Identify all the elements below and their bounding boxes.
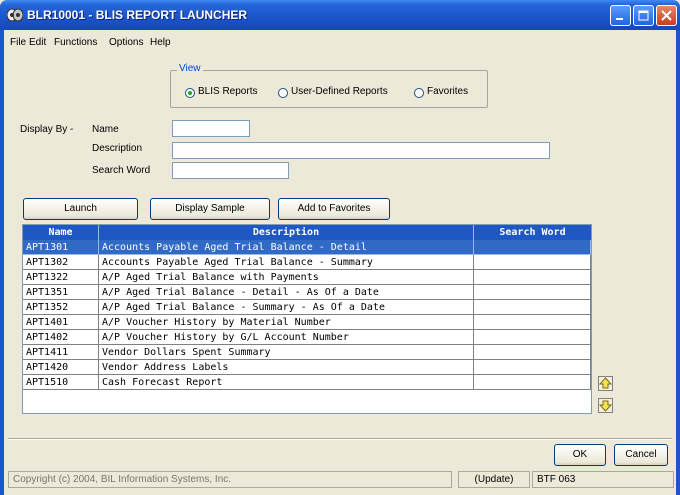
table-row[interactable]: APT1352 A/P Aged Trial Balance - Summary … [23, 300, 591, 315]
radio-label-blis-reports[interactable]: BLIS Reports [198, 86, 257, 97]
status-code: BTF 063 [532, 471, 674, 488]
move-up-button[interactable] [598, 376, 613, 391]
description-label: Description [92, 143, 143, 154]
cell-description: Accounts Payable Aged Trial Balance - De… [99, 240, 474, 255]
search-word-label: Search Word [92, 165, 151, 176]
menu-file[interactable]: File [10, 37, 26, 48]
title-bar[interactable]: BLR10001 - BLIS REPORT LAUNCHER [0, 0, 680, 30]
status-copyright: Copyright (c) 2004, BIL Information Syst… [8, 471, 452, 488]
radio-label-favorites[interactable]: Favorites [427, 86, 468, 97]
cell-description: Cash Forecast Report [99, 375, 474, 390]
add-to-favorites-button[interactable]: Add to Favorites [278, 198, 390, 220]
cell-description: Vendor Address Labels [99, 360, 474, 375]
cell-name: APT1420 [23, 360, 99, 375]
cell-search-word [474, 300, 591, 315]
cell-search-word [474, 360, 591, 375]
close-button[interactable] [656, 5, 677, 26]
cell-description: Accounts Payable Aged Trial Balance - Su… [99, 255, 474, 270]
table-row[interactable]: APT1420 Vendor Address Labels [23, 360, 591, 375]
report-grid[interactable]: Name Description Search Word APT1301 Acco… [22, 224, 592, 414]
window-frame-left [0, 30, 4, 495]
table-row[interactable]: APT1402 A/P Voucher History by G/L Accoun… [23, 330, 591, 345]
column-header-search-word[interactable]: Search Word [474, 225, 591, 240]
ok-button[interactable]: OK [554, 444, 606, 466]
cancel-button[interactable]: Cancel [614, 444, 668, 466]
menu-edit[interactable]: Edit [29, 37, 46, 48]
column-header-name[interactable]: Name [23, 225, 99, 240]
search-word-input[interactable] [172, 162, 289, 179]
cell-name: APT1411 [23, 345, 99, 360]
cell-name: APT1351 [23, 285, 99, 300]
footer-divider [8, 438, 672, 440]
menu-bar: File Edit Functions Options Help [4, 35, 676, 53]
cell-name: APT1302 [23, 255, 99, 270]
move-down-button[interactable] [598, 398, 613, 413]
description-input[interactable] [172, 142, 550, 159]
table-row[interactable]: APT1301 Accounts Payable Aged Trial Balan… [23, 240, 591, 255]
status-bar: Copyright (c) 2004, BIL Information Syst… [4, 468, 676, 491]
window-frame-right [676, 30, 680, 495]
radio-favorites[interactable] [414, 88, 424, 98]
cell-name: APT1352 [23, 300, 99, 315]
name-label: Name [92, 124, 119, 135]
grid-header: Name Description Search Word [23, 225, 591, 240]
column-header-description[interactable]: Description [99, 225, 474, 240]
cell-search-word [474, 345, 591, 360]
cell-description: A/P Voucher History by Material Number [99, 315, 474, 330]
view-legend: View [177, 63, 203, 74]
table-row[interactable]: APT1302 Accounts Payable Aged Trial Balan… [23, 255, 591, 270]
cell-search-word [474, 270, 591, 285]
cell-description: Vendor Dollars Spent Summary [99, 345, 474, 360]
arrow-up-icon [598, 377, 613, 389]
close-icon [661, 10, 672, 21]
cell-search-word [474, 285, 591, 300]
cell-description: A/P Aged Trial Balance - Detail - As Of … [99, 285, 474, 300]
cell-search-word [474, 330, 591, 345]
cell-name: APT1322 [23, 270, 99, 285]
menu-functions[interactable]: Functions [54, 37, 97, 48]
radio-label-user-defined-reports[interactable]: User-Defined Reports [291, 86, 388, 97]
cell-search-word [474, 255, 591, 270]
cell-name: APT1401 [23, 315, 99, 330]
cell-search-word [474, 315, 591, 330]
radio-user-defined-reports[interactable] [278, 88, 288, 98]
menu-help[interactable]: Help [150, 37, 171, 48]
table-row[interactable]: APT1411 Vendor Dollars Spent Summary [23, 345, 591, 360]
cell-search-word [474, 375, 591, 390]
cell-description: A/P Aged Trial Balance with Payments [99, 270, 474, 285]
cell-search-word [474, 240, 591, 255]
display-by-label: Display By - [20, 124, 74, 135]
app-icon[interactable] [6, 8, 24, 22]
arrow-down-icon [598, 400, 613, 412]
cell-name: APT1402 [23, 330, 99, 345]
maximize-icon [638, 10, 649, 21]
table-row[interactable]: APT1401 A/P Voucher History by Material N… [23, 315, 591, 330]
cell-name: APT1510 [23, 375, 99, 390]
maximize-button[interactable] [633, 5, 654, 26]
table-row[interactable]: APT1510 Cash Forecast Report [23, 375, 591, 390]
table-row[interactable]: APT1322 A/P Aged Trial Balance with Payme… [23, 270, 591, 285]
status-mode: (Update) [458, 471, 530, 488]
cell-description: A/P Voucher History by G/L Account Numbe… [99, 330, 474, 345]
launch-button[interactable]: Launch [23, 198, 138, 220]
cell-name: APT1301 [23, 240, 99, 255]
window-title: BLR10001 - BLIS REPORT LAUNCHER [27, 8, 248, 22]
menu-options[interactable]: Options [109, 37, 143, 48]
view-group: View BLIS Reports User-Defined Reports F… [170, 63, 488, 108]
radio-blis-reports[interactable] [185, 88, 195, 98]
name-input[interactable] [172, 120, 250, 137]
minimize-button[interactable] [610, 5, 631, 26]
display-sample-button[interactable]: Display Sample [150, 198, 270, 220]
cell-description: A/P Aged Trial Balance - Summary - As Of… [99, 300, 474, 315]
table-row[interactable]: APT1351 A/P Aged Trial Balance - Detail -… [23, 285, 591, 300]
minimize-icon [616, 18, 623, 20]
